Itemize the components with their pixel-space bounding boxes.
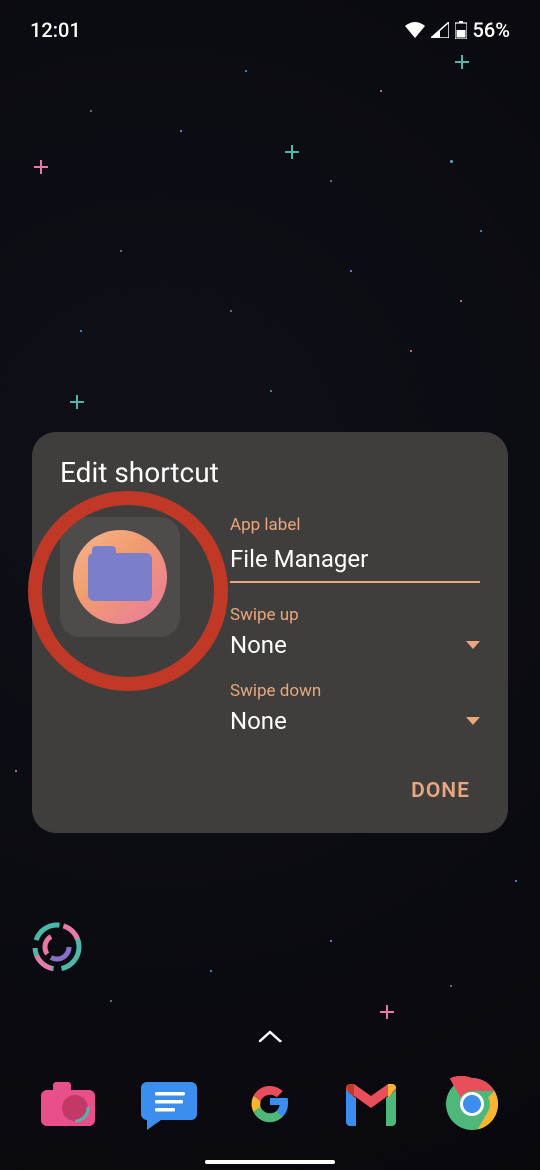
- dock-camera[interactable]: [36, 1072, 100, 1136]
- dialog-title: Edit shortcut: [60, 456, 480, 489]
- swipe-up-select[interactable]: None: [230, 631, 480, 659]
- cellular-signal-icon: [431, 22, 449, 38]
- swipe-down-caption: Swipe down: [230, 681, 480, 701]
- wifi-icon: [405, 22, 425, 38]
- done-button[interactable]: DONE: [401, 771, 480, 811]
- battery-icon: [455, 21, 467, 39]
- edit-shortcut-dialog: Edit shortcut App label Swipe up None: [32, 432, 508, 833]
- annotation-circle: [28, 491, 228, 691]
- status-right: 56%: [405, 18, 510, 42]
- dock: [0, 1064, 540, 1144]
- swipe-up-value: None: [230, 631, 287, 659]
- swipe-up-caption: Swipe up: [230, 605, 480, 625]
- status-time: 12:01: [30, 18, 81, 42]
- app-icon-container[interactable]: [60, 511, 210, 757]
- launcher-settings-icon[interactable]: [30, 920, 84, 974]
- status-bar: 12:01 56%: [0, 0, 540, 60]
- app-label-caption: App label: [230, 515, 480, 535]
- chevron-down-icon: [466, 641, 480, 649]
- battery-percent: 56%: [473, 18, 510, 42]
- dock-messages[interactable]: [137, 1072, 201, 1136]
- swipe-down-select[interactable]: None: [230, 707, 480, 735]
- swipe-down-value: None: [230, 707, 287, 735]
- navigation-handle[interactable]: [205, 1160, 335, 1164]
- app-drawer-handle[interactable]: [258, 1028, 282, 1047]
- dock-chrome[interactable]: [440, 1072, 504, 1136]
- chevron-down-icon: [466, 717, 480, 725]
- dock-gmail[interactable]: [339, 1072, 403, 1136]
- app-label-input[interactable]: [230, 541, 480, 583]
- dock-google[interactable]: [238, 1072, 302, 1136]
